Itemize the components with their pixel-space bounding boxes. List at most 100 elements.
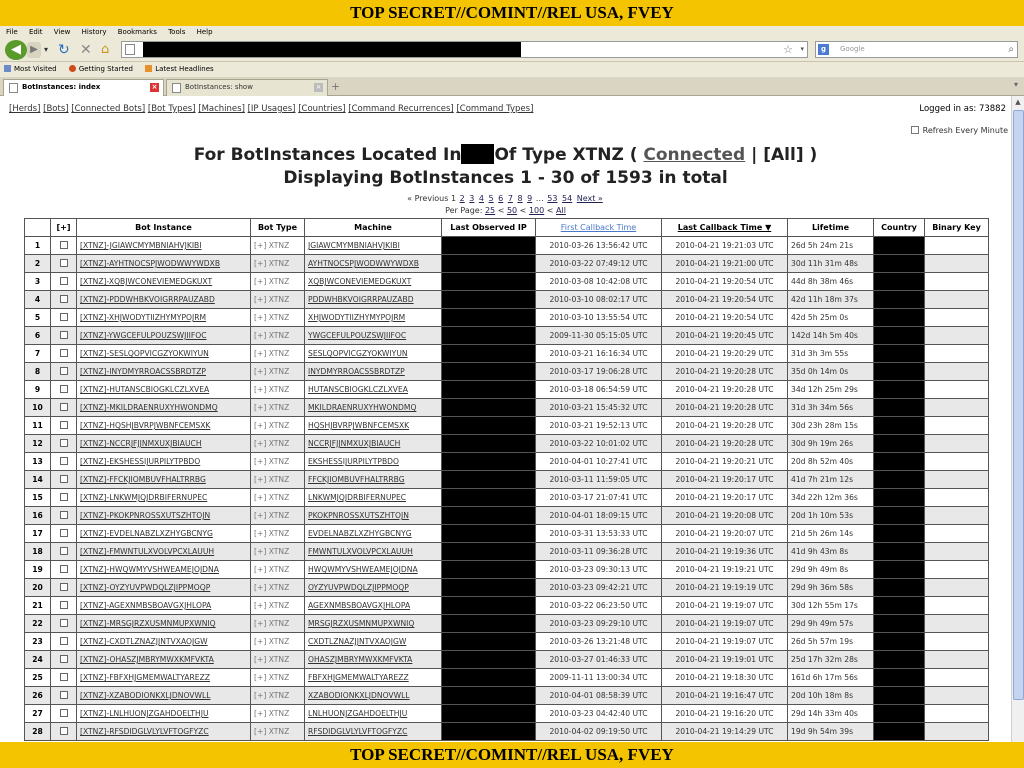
machine-link[interactable]: FMWNTULXVOLVPCXLAUUH xyxy=(308,547,413,556)
machine-link[interactable]: FFCKJIOMBUVFHALTRRBG xyxy=(308,475,405,484)
bot-type-cell[interactable]: [+] XTNZ xyxy=(250,542,305,561)
row-checkbox[interactable] xyxy=(59,276,68,285)
nav-command-recurrences[interactable]: [Command Recurrences] xyxy=(348,104,453,114)
row-checkbox[interactable] xyxy=(59,456,68,465)
machine-link[interactable]: XQBJWCONEVIEMEDGKUXT xyxy=(308,277,411,286)
bot-instance-link[interactable]: [XTNZ]-MKILDRAENRUXYHWONDMQ xyxy=(80,403,218,412)
pager-page-link[interactable]: 5 xyxy=(489,194,494,203)
bot-instance-link[interactable]: [XTNZ]-XZABODIONKXLJDNOVWLL xyxy=(80,691,210,700)
forward-icon[interactable]: ▶ xyxy=(27,42,41,58)
col-header-machine[interactable]: Machine xyxy=(304,218,442,237)
row-checkbox[interactable] xyxy=(59,330,68,339)
row-checkbox[interactable] xyxy=(59,258,68,267)
pager-next[interactable]: Next » xyxy=(577,194,603,203)
machine-link[interactable]: OYZYUVPWDQLZJIPPMOQP xyxy=(308,583,409,592)
bot-type-cell[interactable]: [+] XTNZ xyxy=(250,686,305,705)
machine-link[interactable]: XHJWODYTIIZHYMYPOJRM xyxy=(308,313,405,322)
row-checkbox[interactable] xyxy=(59,492,68,501)
per-page-25[interactable]: 25 xyxy=(485,206,495,215)
pager-page-link[interactable]: 53 xyxy=(547,194,557,203)
pager-page-link[interactable]: 2 xyxy=(460,194,465,203)
pager-page-link[interactable]: 3 xyxy=(469,194,474,203)
machine-link[interactable]: PDDWHBKVOIGRRPAUZABD xyxy=(308,295,414,304)
machine-link[interactable]: INYDMYRROACSSBRDTZP xyxy=(308,367,405,376)
bot-type-cell[interactable]: [+] XTNZ xyxy=(250,434,305,453)
machine-link[interactable]: EVDELNABZLXZHYGBCNYG xyxy=(308,529,412,538)
bot-type-cell[interactable]: [+] XTNZ xyxy=(250,578,305,597)
bookmark-most-visited[interactable]: Most Visited xyxy=(4,65,57,73)
bot-instance-link[interactable]: [XTNZ]-MRSGJRZXUSMNMUPXWNIQ xyxy=(80,619,216,628)
col-header-bot-type[interactable]: Bot Type xyxy=(250,218,305,237)
machine-link[interactable]: CXDTLZNAZJJNTVXAOJGW xyxy=(308,637,406,646)
bot-instance-link[interactable]: [XTNZ]-AYHTNOCSPJWODWWYWDXB xyxy=(80,259,220,268)
connected-link[interactable]: Connected xyxy=(643,145,745,165)
pager-page-link[interactable]: 8 xyxy=(517,194,522,203)
machine-link[interactable]: XZABODIONKXLJDNOVWLL xyxy=(308,691,410,700)
menu-edit[interactable]: Edit xyxy=(29,28,43,36)
machine-link[interactable]: HWQWMYVSHWEAMEJOJDNA xyxy=(308,565,418,574)
bookmark-getting-started[interactable]: Getting Started xyxy=(68,65,133,73)
pager-page-link[interactable]: 9 xyxy=(527,194,532,203)
home-icon[interactable]: ⌂ xyxy=(101,41,109,59)
bot-type-cell[interactable]: [+] XTNZ xyxy=(250,362,305,381)
row-checkbox[interactable] xyxy=(59,546,68,555)
bot-instance-link[interactable]: [XTNZ]-HQSHJBVRPJWBNFCEMSXK xyxy=(80,421,210,430)
bot-instance-link[interactable]: [XTNZ]-SESLQOPVICGZYOKWIYUN xyxy=(80,349,209,358)
col-header-bot-instance[interactable]: Bot Instance xyxy=(76,218,251,237)
bot-instance-link[interactable]: [XTNZ]-JGIAWCMYMBNIAHVJKIBI xyxy=(80,241,202,250)
menu-tools[interactable]: Tools xyxy=(168,28,185,36)
nav-command-types[interactable]: [Command Types] xyxy=(456,104,533,114)
row-checkbox[interactable] xyxy=(59,600,68,609)
menu-view[interactable]: View xyxy=(54,28,71,36)
col-header-binary-key[interactable]: Binary Key xyxy=(924,218,989,237)
nav-countries[interactable]: [Countries] xyxy=(298,104,345,114)
machine-link[interactable]: SESLQOPVICGZYOKWIYUN xyxy=(308,349,408,358)
bot-type-cell[interactable]: [+] XTNZ xyxy=(250,650,305,669)
bot-type-cell[interactable]: [+] XTNZ xyxy=(250,470,305,489)
menu-help[interactable]: Help xyxy=(197,28,213,36)
bot-instance-link[interactable]: [XTNZ]-OHASZJMBRYMWXKMFVKTA xyxy=(80,655,214,664)
machine-link[interactable]: OHASZJMBRYMWXKMFVKTA xyxy=(308,655,412,664)
bot-instance-link[interactable]: [XTNZ]-EKSHESSIJURPILYTPBDO xyxy=(80,457,200,466)
bot-instance-link[interactable]: [XTNZ]-FFCKJIOMBUVFHALTRRBG xyxy=(80,475,206,484)
close-tab-icon[interactable]: × xyxy=(314,83,323,92)
bookmark-latest-headlines[interactable]: Latest Headlines xyxy=(145,65,214,73)
bot-type-cell[interactable]: [+] XTNZ xyxy=(250,668,305,687)
machine-link[interactable]: JGIAWCMYMBNIAHVJKIBI xyxy=(308,241,400,250)
machine-link[interactable]: LNLHUONJZGAHDOELTHJU xyxy=(308,709,407,718)
bot-type-cell[interactable]: [+] XTNZ xyxy=(250,596,305,615)
search-input[interactable]: g Google ⌕ xyxy=(815,41,1018,58)
bot-type-cell[interactable]: [+] XTNZ xyxy=(250,704,305,723)
row-checkbox[interactable] xyxy=(59,690,68,699)
row-checkbox[interactable] xyxy=(59,726,68,735)
row-checkbox[interactable] xyxy=(59,510,68,519)
bot-instance-link[interactable]: [XTNZ]-CXDTLZNAZJJNTVXAOJGW xyxy=(80,637,208,646)
bot-instance-link[interactable]: [XTNZ]-HUTANSCBIOGKLCZLXVEA xyxy=(80,385,209,394)
bot-instance-link[interactable]: [XTNZ]-LNKWMJQJDRBIFERNUPEC xyxy=(80,493,207,502)
machine-link[interactable]: NCCRJFJJNMXUXJBIAUCH xyxy=(308,439,400,448)
col-header-last-observed-ip[interactable]: Last Observed IP xyxy=(441,218,536,237)
url-bar[interactable]: ☆ ▾ xyxy=(121,41,808,58)
col-header-select-all[interactable]: [+] xyxy=(50,218,77,237)
machine-link[interactable]: FBFXHJGMEMWALTYAREZZ xyxy=(308,673,409,682)
bot-type-cell[interactable]: [+] XTNZ xyxy=(250,452,305,471)
row-checkbox[interactable] xyxy=(59,654,68,663)
row-checkbox[interactable] xyxy=(59,384,68,393)
machine-link[interactable]: MKILDRAENRUXYHWONDMQ xyxy=(308,403,416,412)
bookmark-star-icon[interactable]: ☆ xyxy=(783,42,793,57)
bot-type-cell[interactable]: [+] XTNZ xyxy=(250,380,305,399)
all-link[interactable]: [All] xyxy=(763,145,803,165)
row-checkbox[interactable] xyxy=(59,528,68,537)
pager-page-link[interactable]: 54 xyxy=(562,194,572,203)
machine-link[interactable]: PKOKPNROSSXUTSZHTOJN xyxy=(308,511,409,520)
bot-instance-link[interactable]: [XTNZ]-YWGCEFULPOUZSWJIIFOC xyxy=(80,331,207,340)
nav-machines[interactable]: [Machines] xyxy=(198,104,245,114)
menu-history[interactable]: History xyxy=(82,28,107,36)
bot-type-cell[interactable]: [+] XTNZ xyxy=(250,632,305,651)
col-header-country[interactable]: Country xyxy=(873,218,925,237)
bot-type-cell[interactable]: [+] XTNZ xyxy=(250,344,305,363)
row-checkbox[interactable] xyxy=(59,240,68,249)
tab-botinstances-show[interactable]: BotInstances: show × xyxy=(166,79,328,96)
row-checkbox[interactable] xyxy=(59,474,68,483)
row-checkbox[interactable] xyxy=(59,582,68,591)
